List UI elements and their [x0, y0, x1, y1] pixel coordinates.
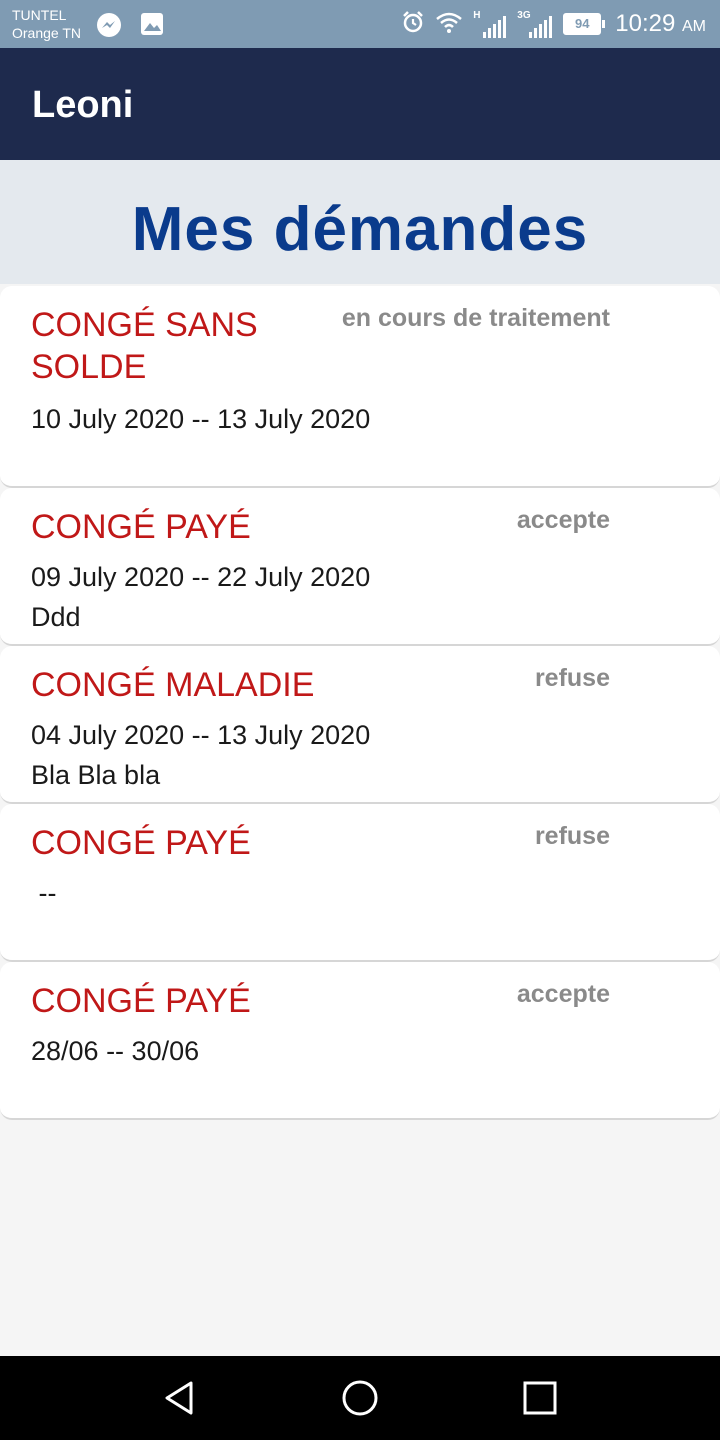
- operator-name: Orange TN: [12, 25, 81, 41]
- page-title: Mes démandes: [131, 195, 589, 264]
- wifi-icon: [435, 10, 463, 39]
- page-header: Mes démandes: [0, 160, 720, 284]
- request-card[interactable]: CONGÉ MALADIE refuse 04 July 2020 -- 13 …: [0, 646, 720, 804]
- alarm-icon: [401, 10, 425, 39]
- status-right: H 3G 94 10:29 AM: [401, 0, 706, 48]
- image-icon: [140, 12, 164, 41]
- carrier-info: TUNTEL Orange TN: [12, 6, 81, 42]
- request-card[interactable]: CONGÉ SANS SOLDE en cours de traitement …: [0, 286, 720, 488]
- home-icon[interactable]: [340, 1378, 380, 1418]
- request-card[interactable]: CONGÉ PAYÉ refuse --: [0, 804, 720, 962]
- clock-time: 10:29: [615, 10, 676, 37]
- request-dates: --: [31, 878, 57, 908]
- signal-icon: H: [473, 10, 507, 38]
- clock: 10:29 AM: [615, 10, 706, 38]
- back-icon[interactable]: [160, 1378, 200, 1418]
- request-list: CONGÉ SANS SOLDE en cours de traitement …: [0, 286, 720, 1120]
- app-title: Leoni: [32, 84, 134, 126]
- request-status: refuse: [534, 664, 610, 692]
- request-dates: 04 July 2020 -- 13 July 2020: [31, 720, 371, 750]
- request-type: CONGÉ PAYÉ: [31, 824, 251, 862]
- request-type: CONGÉ PAYÉ: [31, 982, 251, 1020]
- app-bar: Leoni: [0, 48, 720, 160]
- request-card[interactable]: CONGÉ PAYÉ accepte 28/06 -- 30/06: [0, 962, 720, 1120]
- clock-ampm: AM: [682, 18, 706, 35]
- request-type: CONGÉ SANS SOLDE: [31, 306, 258, 386]
- request-status: refuse: [534, 822, 610, 850]
- navigation-bar: [0, 1356, 720, 1440]
- request-type: CONGÉ MALADIE: [31, 666, 315, 704]
- messenger-icon: [96, 12, 122, 43]
- request-card[interactable]: CONGÉ PAYÉ accepte 09 July 2020 -- 22 Ju…: [0, 488, 720, 646]
- request-dates: 28/06 -- 30/06: [31, 1036, 200, 1066]
- request-status: accepte: [516, 506, 610, 534]
- request-type: CONGÉ PAYÉ: [31, 508, 251, 546]
- request-comment: Bla Bla bla: [31, 760, 161, 790]
- signal-icon: 3G: [517, 10, 553, 38]
- request-comment: Ddd: [31, 602, 81, 632]
- request-status: accepte: [516, 980, 610, 1008]
- request-dates: 10 July 2020 -- 13 July 2020: [31, 404, 371, 434]
- carrier-name: TUNTEL: [12, 7, 67, 23]
- status-bar: TUNTEL Orange TN H 3G 94 10:29 AM: [0, 0, 720, 48]
- network-type: H: [473, 10, 481, 21]
- battery-icon: 94: [563, 13, 606, 35]
- recents-icon[interactable]: [520, 1378, 560, 1418]
- request-dates: 09 July 2020 -- 22 July 2020: [31, 562, 371, 592]
- request-status: en cours de traitement: [341, 304, 610, 332]
- battery-level: 94: [563, 13, 602, 35]
